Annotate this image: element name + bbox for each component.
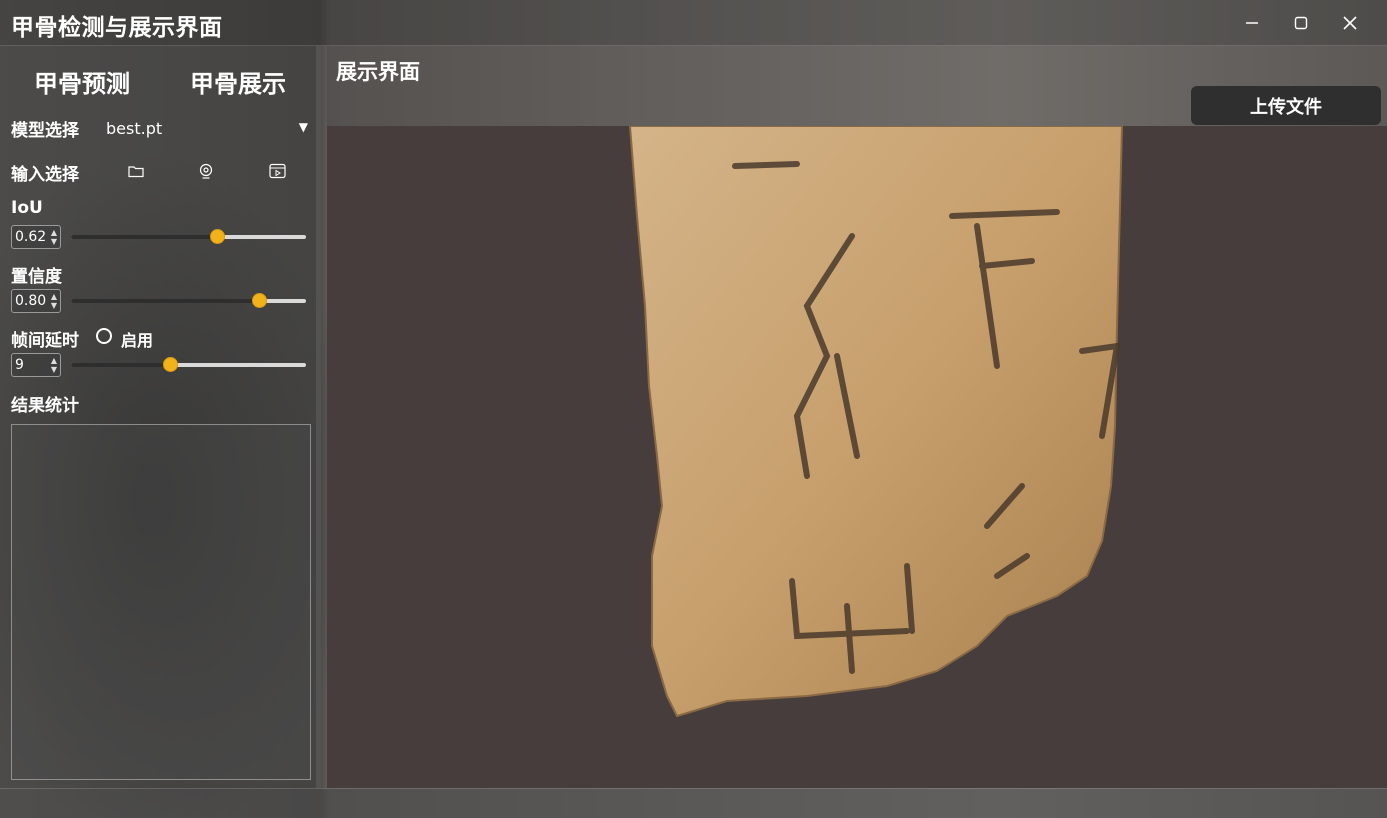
- iou-slider[interactable]: [71, 229, 306, 245]
- confidence-slider[interactable]: [71, 293, 306, 309]
- frame-delay-enable-radio[interactable]: [96, 328, 112, 344]
- frame-delay-enable-label[interactable]: 启用: [121, 327, 153, 351]
- iou-value: 0.62: [15, 229, 47, 245]
- video-input-button[interactable]: [265, 160, 289, 182]
- confidence-spinbox[interactable]: 0.80 ▲ ▼: [11, 289, 61, 313]
- frame-delay-label: 帧间延时: [11, 331, 79, 351]
- maximize-button[interactable]: [1286, 9, 1316, 37]
- model-select-label: 模型选择: [11, 121, 79, 141]
- slider-fill: [71, 299, 259, 303]
- tab-predict[interactable]: 甲骨预测: [34, 64, 130, 99]
- slider-handle[interactable]: [252, 293, 267, 308]
- minimize-button[interactable]: [1237, 9, 1267, 37]
- slider-handle[interactable]: [209, 229, 225, 244]
- spin-arrows-icon[interactable]: ▲ ▼: [51, 356, 57, 374]
- frame-delay-value: 9: [15, 357, 24, 373]
- webcam-icon: [199, 163, 213, 179]
- display-area: [327, 126, 1387, 788]
- minimize-icon: [1246, 22, 1258, 24]
- title-bar: 甲骨检测与展示界面: [0, 0, 1387, 46]
- close-icon: [1343, 16, 1357, 30]
- maximize-icon: [1294, 16, 1308, 30]
- tab-display[interactable]: 甲骨展示: [190, 64, 286, 99]
- results-label: 结果统计: [11, 396, 79, 416]
- main-header: 展示界面 上传文件: [327, 46, 1387, 126]
- close-button[interactable]: [1335, 9, 1365, 37]
- oracle-bone-image: [628, 126, 1124, 718]
- confidence-label: 置信度: [11, 267, 62, 287]
- folder-icon: [128, 166, 144, 178]
- frame-delay-slider[interactable]: [71, 357, 306, 373]
- main-panel: 展示界面 上传文件: [327, 46, 1387, 788]
- iou-label: IoU: [11, 198, 43, 218]
- input-select-label: 输入选择: [11, 165, 79, 185]
- iou-spinbox[interactable]: 0.62 ▲ ▼: [11, 225, 61, 249]
- results-panel: [11, 424, 311, 780]
- spin-arrows-icon[interactable]: ▲ ▼: [51, 228, 57, 246]
- spin-arrows-icon[interactable]: ▲ ▼: [51, 292, 57, 310]
- video-icon: [268, 163, 286, 179]
- frame-delay-spinbox[interactable]: 9 ▲ ▼: [11, 353, 61, 377]
- slider-fill: [71, 363, 170, 367]
- slider-handle[interactable]: [162, 357, 178, 372]
- upload-file-button[interactable]: 上传文件: [1191, 86, 1381, 125]
- dropdown-caret-icon: ▼: [298, 120, 308, 134]
- model-selected-value: best.pt: [106, 118, 163, 138]
- sidebar: 甲骨预测 甲骨展示 模型选择 best.pt ▼ 输入选择 IoU 0.62 ▲…: [0, 46, 321, 788]
- status-bar: [0, 788, 1387, 818]
- confidence-value: 0.80: [15, 293, 47, 309]
- webcam-input-button[interactable]: [194, 160, 218, 182]
- main-title: 展示界面: [336, 60, 420, 84]
- slider-fill: [71, 235, 217, 239]
- app-title: 甲骨检测与展示界面: [11, 15, 223, 41]
- folder-input-button[interactable]: [124, 160, 148, 182]
- model-dropdown[interactable]: best.pt ▼: [96, 114, 316, 142]
